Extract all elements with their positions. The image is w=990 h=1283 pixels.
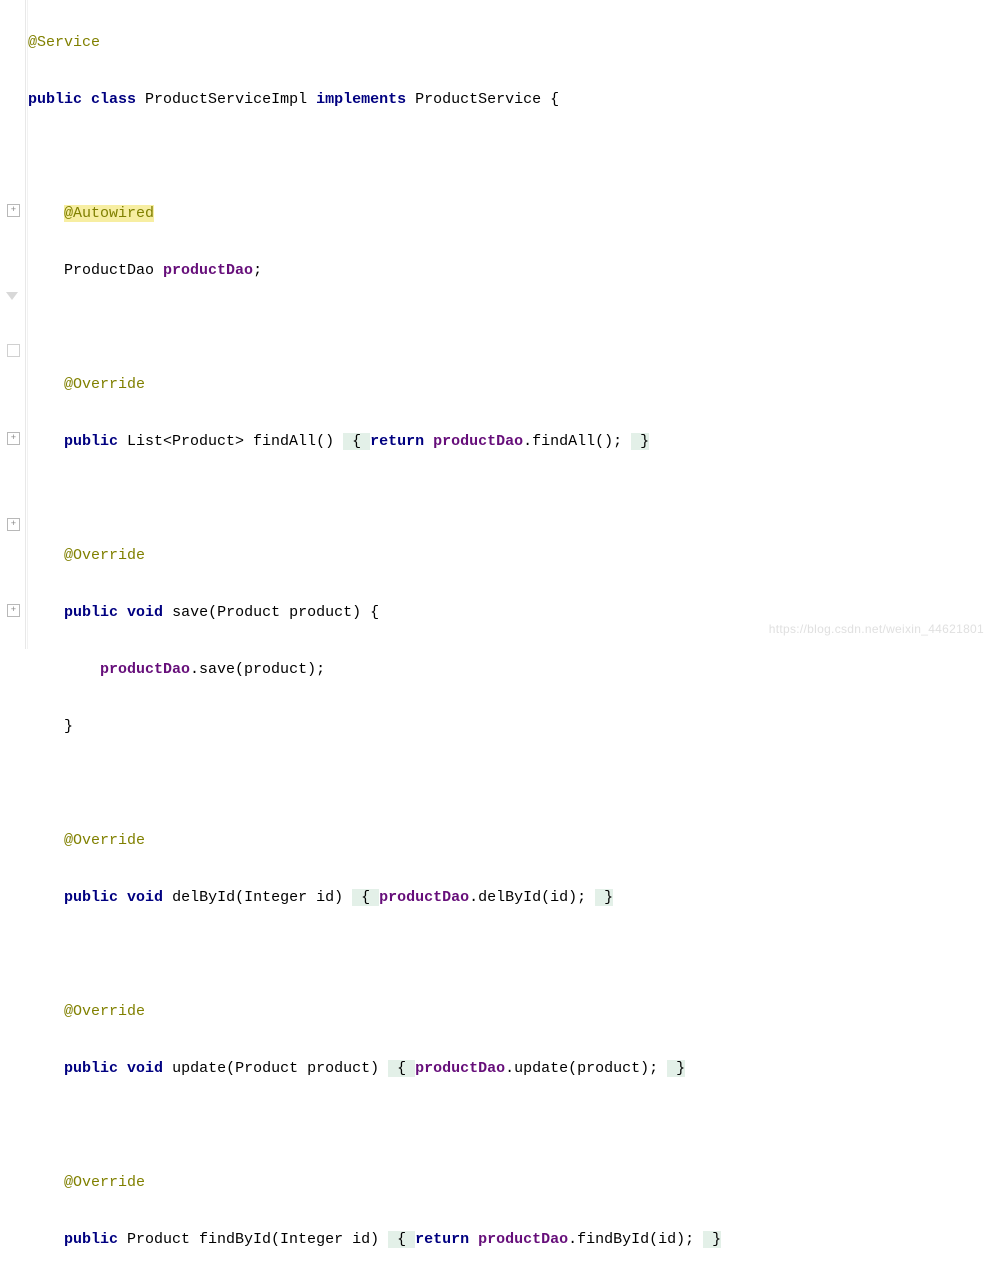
code-line bbox=[28, 485, 990, 514]
code-line: @Override bbox=[28, 998, 990, 1027]
code-line: public void update(Product product) { pr… bbox=[28, 1055, 990, 1084]
fold-icon[interactable] bbox=[7, 204, 20, 217]
fold-icon[interactable] bbox=[7, 604, 20, 617]
code-line: public Product findById(Integer id) { re… bbox=[28, 1226, 990, 1255]
code-line bbox=[28, 314, 990, 343]
code-line: @Service bbox=[28, 29, 990, 58]
code-line: @Override bbox=[28, 827, 990, 856]
watermark-text: https://blog.csdn.net/weixin_44621801 bbox=[769, 615, 984, 644]
annotation-highlighted: @Autowired bbox=[64, 205, 154, 222]
code-line: @Override bbox=[28, 371, 990, 400]
code-line bbox=[28, 941, 990, 970]
code-line: @Override bbox=[28, 1169, 990, 1198]
code-line: public class ProductServiceImpl implemen… bbox=[28, 86, 990, 115]
code-line: @Override bbox=[28, 542, 990, 571]
annotation: @Service bbox=[28, 34, 100, 51]
code-line: @Autowired bbox=[28, 200, 990, 229]
fold-icon[interactable] bbox=[7, 432, 20, 445]
code-line: } bbox=[28, 713, 990, 742]
code-line bbox=[28, 770, 990, 799]
fold-icon[interactable] bbox=[7, 518, 20, 531]
code-line: public void delById(Integer id) { produc… bbox=[28, 884, 990, 913]
fold-up-icon[interactable] bbox=[7, 344, 20, 357]
editor-gutter bbox=[0, 0, 26, 649]
code-line bbox=[28, 143, 990, 172]
code-line: ProductDao productDao; bbox=[28, 257, 990, 286]
code-line: public List<Product> findAll() { return … bbox=[28, 428, 990, 457]
change-marker-icon bbox=[6, 292, 18, 300]
code-line: productDao.save(product); bbox=[28, 656, 990, 685]
code-line bbox=[28, 1112, 990, 1141]
